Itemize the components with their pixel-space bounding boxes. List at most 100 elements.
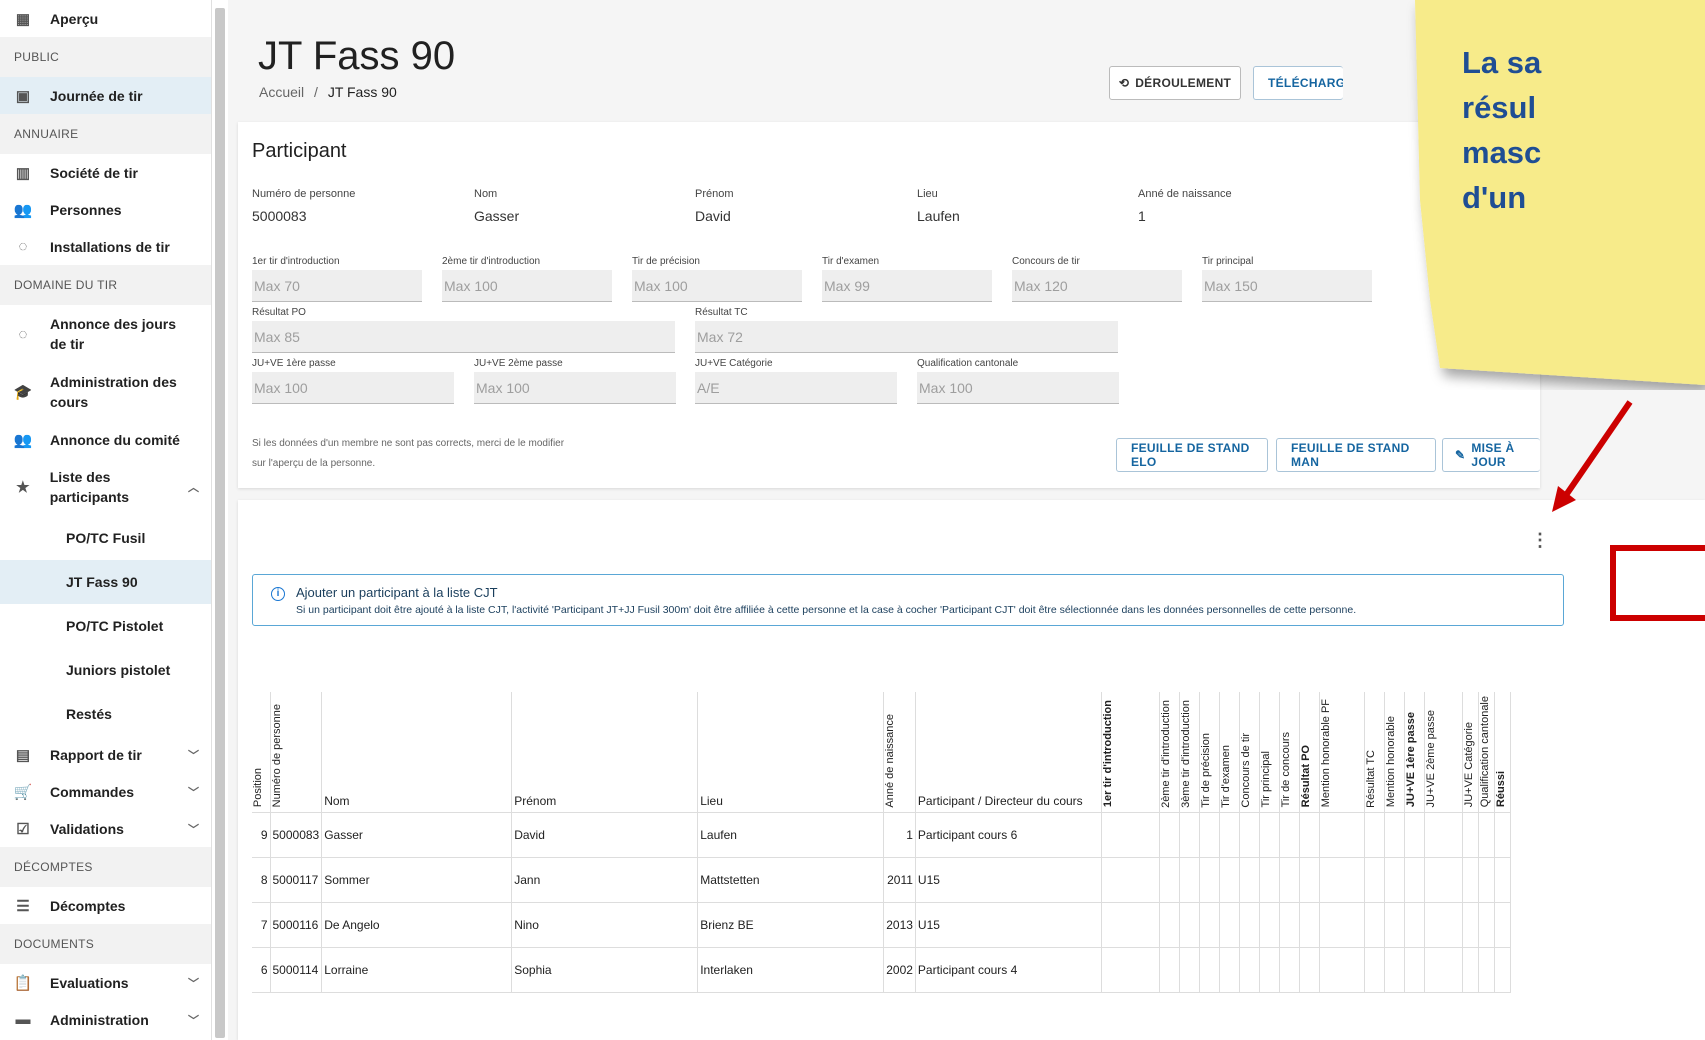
table-cell [1404,812,1425,858]
column-header[interactable]: Réussi [1494,692,1511,813]
column-header[interactable]: 1er tir d'introduction [1101,692,1160,813]
breadcrumb-home[interactable]: Accueil [259,84,304,100]
column-header[interactable]: JU+VE 1ère passe [1404,692,1425,813]
table-cell [1404,857,1425,903]
feuille-stand-elo-button[interactable]: FEUILLE DE STAND ELO [1116,438,1268,472]
table-row[interactable]: 6 5000114 Lorraine Sophia Interlaken 2002 Part… [252,947,1511,993]
table-cell [1364,857,1385,903]
sidebar-item[interactable]: ☑ Validations ﹀ [0,810,211,847]
check-icon: ☑ [16,820,30,838]
column-header-label: 1er tir d'introduction [1101,700,1114,808]
table-cell [1462,902,1479,948]
score-input[interactable]: Max 85 [252,321,675,353]
table-cell [1494,812,1511,858]
column-header[interactable]: 2ème tir d'introduction [1159,692,1180,813]
score-input[interactable]: Max 72 [695,321,1118,353]
column-header[interactable]: 3ème tir d'introduction [1179,692,1200,813]
sidebar-item[interactable]: ▬ Administration ﹀ [0,1001,211,1038]
sidebar-subitem[interactable]: JT Fass 90 [0,560,211,604]
score-input[interactable]: Max 100 [252,372,454,404]
column-header-label: Nom [324,793,350,808]
sidebar-item[interactable]: 📋 Evaluations ﹀ [0,964,211,1001]
input-label: 1er tir d'introduction [252,256,340,267]
sidebar-item-label: Administration des cours [50,374,177,410]
sidebar-section-head: DOMAINE DU TIR [0,265,211,305]
table-cell: Jann [511,857,699,903]
column-header[interactable]: Résultat TC [1364,692,1385,813]
chevron-down-icon[interactable]: ﹀ [188,784,199,800]
field-value: David [695,208,731,224]
sidebar-item[interactable]: ◌ Annonce des jours de tir [0,305,211,363]
column-header-label: Position [252,768,264,808]
score-input[interactable]: A/E [695,372,897,404]
column-header[interactable]: Participant / Directeur du cours [915,692,1102,813]
sidebar-item[interactable]: ▦ Aperçu [0,0,211,37]
score-input[interactable]: Max 100 [474,372,676,404]
sidebar-item-label: Société de tir [50,164,138,181]
chevron-down-icon[interactable]: ﹀ [188,975,199,991]
sidebar-item[interactable]: 🎓 Administration des cours [0,363,211,421]
sidebar-item[interactable]: 🛒 Commandes ﹀ [0,773,211,810]
feuille-stand-man-button[interactable]: FEUILLE DE STAND MAN [1276,438,1436,472]
column-header[interactable]: Résultat PO [1299,692,1320,813]
column-header[interactable]: JU+VE 2ème passe [1424,692,1463,813]
score-input[interactable]: Max 70 [252,270,422,302]
field-value: 1 [1138,208,1146,224]
sidebar-item[interactable]: ◌ Installations de tir [0,228,211,265]
chevron-up-icon[interactable]: ︿ [188,479,199,495]
column-header[interactable]: JU+VE Catégorie [1462,692,1479,813]
sidebar-item[interactable]: ▥ Société de tir [0,154,211,191]
info-banner: i Ajouter un participant à la liste CJT … [252,574,1564,626]
table-row[interactable]: 8 5000117 Sommer Jann Mattstetten 2011 U15 [252,857,1511,903]
sidebar-item[interactable]: ☰ Décomptes [0,887,211,924]
sidebar-subitem[interactable]: PO/TC Fusil [0,516,211,560]
table-row[interactable]: 7 5000116 De Angelo Nino Brienz BE 2013 U15 [252,902,1511,948]
column-header[interactable]: Anné de naissance [883,692,916,813]
table-cell: Brienz BE [697,902,885,948]
score-input[interactable]: Max 150 [1202,270,1372,302]
chevron-down-icon[interactable]: ﹀ [188,1012,199,1028]
sidebar-item[interactable]: ▣ Journée de tir [0,77,211,114]
column-header[interactable]: Tir de concours [1279,692,1300,813]
score-input[interactable]: Max 100 [632,270,802,302]
score-input[interactable]: Max 100 [917,372,1119,404]
column-header[interactable]: Prénom [511,692,699,813]
column-header[interactable]: Nom [321,692,513,813]
column-header[interactable]: Tir de précision [1199,692,1220,813]
scrollbar-thumb[interactable] [215,8,225,1038]
info-text: Si un participant doit être ajouté à la … [296,604,1357,616]
sidebar-section-head: DÉCOMPTES [0,847,211,887]
score-input[interactable]: Max 120 [1012,270,1182,302]
sidebar-item[interactable]: ▤ Rapport de tir ﹀ [0,736,211,773]
field-label: Numéro de personne [252,188,356,200]
column-header[interactable]: Lieu [697,692,885,813]
input-label: Résultat TC [695,307,748,318]
sidebar-item[interactable]: 👥 Annonce du comité [0,421,211,458]
column-header[interactable]: Tir d'examen [1219,692,1240,813]
sidebar-item[interactable]: ★ Liste des participants ︿ [0,458,211,516]
deroulement-button[interactable]: ⟲ DÉROULEMENT [1109,66,1241,100]
telecharger-button[interactable]: TÉLÉCHARGE [1253,66,1343,100]
sidebar-subitem[interactable]: PO/TC Pistolet [0,604,211,648]
column-header[interactable]: Qualification cantonale [1478,692,1495,813]
chevron-down-icon[interactable]: ﹀ [188,747,199,763]
score-input[interactable]: Max 99 [822,270,992,302]
column-header[interactable]: Position [252,692,271,813]
table-cell: 2011 [883,857,916,903]
list-icon: ☰ [16,897,30,915]
column-header[interactable]: Concours de tir [1239,692,1260,813]
sidebar-item[interactable]: 👥 Personnes [0,191,211,228]
sidebar-subitem[interactable]: Restés [0,692,211,736]
table-row[interactable]: 9 5000083 Gasser David Laufen 1 Participant co… [252,812,1511,858]
sidebar-scrollbar[interactable] [212,0,228,1040]
cart-icon: 🛒 [13,783,33,801]
participant-title: Participant [252,140,347,162]
column-header[interactable]: Mention honorable [1384,692,1405,813]
score-input[interactable]: Max 100 [442,270,612,302]
column-header[interactable]: Tir principal [1259,692,1280,813]
chevron-down-icon[interactable]: ﹀ [188,821,199,837]
column-header[interactable]: Mention honorable PF [1319,692,1365,813]
column-header[interactable]: Numéro de personne [270,692,323,813]
table-cell: 2013 [883,902,916,948]
sidebar-subitem[interactable]: Juniors pistolet [0,648,211,692]
